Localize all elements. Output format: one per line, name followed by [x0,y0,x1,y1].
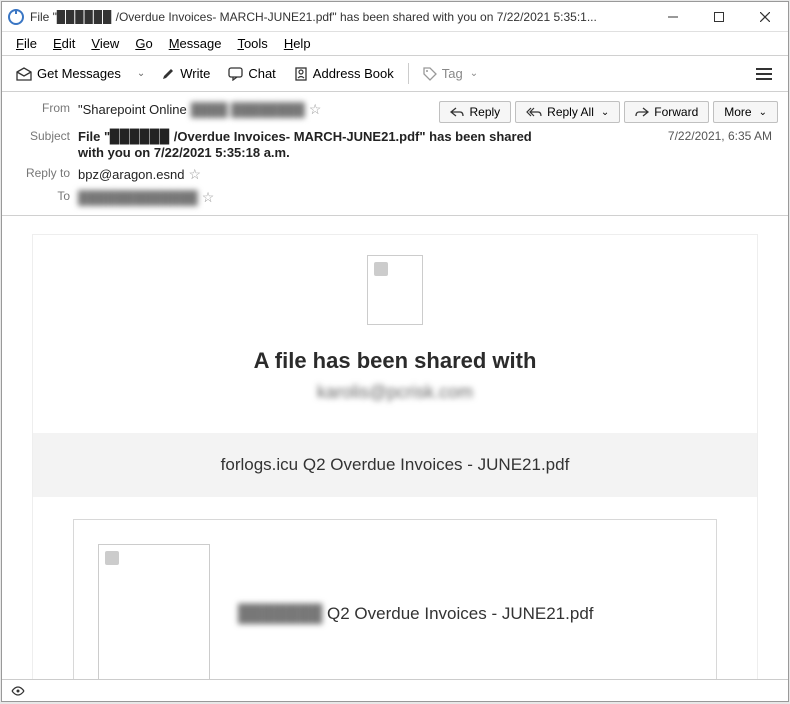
menu-view[interactable]: View [85,34,125,53]
menu-message[interactable]: Message [163,34,228,53]
more-button[interactable]: More ⌄ [713,101,778,123]
chevron-down-icon: ⌄ [759,107,767,118]
menu-go[interactable]: Go [129,34,158,53]
menu-help[interactable]: Help [278,34,317,53]
subject-row: Subject File "▉▉▉▉▉▉ /Overdue Invoices- … [2,126,788,163]
star-icon[interactable]: ☆ [202,189,215,206]
toolbar-separator [408,63,409,84]
app-icon [8,9,24,25]
toolbar: Get Messages ⌄ Write Chat Address Book T… [2,56,788,92]
forward-icon [635,107,649,117]
chevron-down-icon: ⌄ [601,107,609,118]
write-button[interactable]: Write [153,62,218,85]
get-messages-dropdown[interactable]: ⌄ [131,68,151,79]
reply-all-button[interactable]: Reply All ⌄ [515,101,620,123]
connection-icon[interactable] [10,685,26,697]
window-controls [650,2,788,31]
tag-button[interactable]: Tag ⌄ [415,62,486,85]
share-card: A file has been shared with karolis@pcri… [32,234,758,679]
maximize-button[interactable] [696,2,742,31]
tag-label: Tag [442,66,463,81]
message-body[interactable]: A file has been shared with karolis@pcri… [2,216,788,679]
address-book-label: Address Book [313,66,394,81]
to-value: █████████████ ☆ [78,189,778,206]
file-attachment-row[interactable]: ███████ Q2 Overdue Invoices - JUNE21.pdf [73,519,717,679]
received-date: 7/22/2021, 6:35 AM [668,129,778,143]
chevron-down-icon: ⌄ [470,68,478,79]
address-book-icon [294,67,308,81]
from-row: From "Sharepoint Online ████ ████████ ☆ … [2,98,788,126]
reply-button[interactable]: Reply [439,101,511,123]
menu-edit[interactable]: Edit [47,34,81,53]
attachment-filename: ███████ Q2 Overdue Invoices - JUNE21.pdf [238,601,594,627]
message-actions: Reply Reply All ⌄ Forward More ⌄ [439,101,778,123]
from-label: From [12,101,70,115]
chat-icon [228,67,243,81]
minimize-button[interactable] [650,2,696,31]
download-icon [16,67,32,81]
shared-recipient: karolis@pcrisk.com [33,382,757,403]
statusbar [2,679,788,701]
file-thumbnail-icon [98,544,210,679]
get-messages-button[interactable]: Get Messages [8,62,129,85]
reply-icon [450,107,464,117]
email-window: File "▉▉▉▉▉▉ /Overdue Invoices- MARCH-JU… [1,1,789,702]
menu-tools[interactable]: Tools [231,34,273,53]
pencil-icon [161,67,175,81]
to-label: To [12,189,70,203]
hamburger-menu[interactable] [746,64,782,84]
replyto-value: bpz@aragon.esnd ☆ [78,166,778,183]
tag-icon [423,67,437,81]
subject-label: Subject [12,129,70,143]
chat-button[interactable]: Chat [220,62,283,85]
write-label: Write [180,66,210,81]
reply-all-icon [526,107,542,117]
replyto-row: Reply to bpz@aragon.esnd ☆ [2,163,788,186]
card-filename-bar: forlogs.icu Q2 Overdue Invoices - JUNE21… [33,433,757,497]
address-book-button[interactable]: Address Book [286,62,402,85]
to-row: To █████████████ ☆ [2,186,788,209]
menu-file[interactable]: File [10,34,43,53]
replyto-label: Reply to [12,166,70,180]
star-icon[interactable]: ☆ [309,101,322,118]
card-header: A file has been shared with karolis@pcri… [33,235,757,433]
subject-value: File "▉▉▉▉▉▉ /Overdue Invoices- MARCH-JU… [78,129,660,160]
file-thumbnail-icon [367,255,423,325]
window-title: File "▉▉▉▉▉▉ /Overdue Invoices- MARCH-JU… [30,10,650,24]
shared-title: A file has been shared with [33,348,757,374]
menubar: File Edit View Go Message Tools Help [2,32,788,56]
from-value: "Sharepoint Online ████ ████████ ☆ [78,101,431,118]
get-messages-label: Get Messages [37,66,121,81]
titlebar: File "▉▉▉▉▉▉ /Overdue Invoices- MARCH-JU… [2,2,788,32]
message-headers: From "Sharepoint Online ████ ████████ ☆ … [2,92,788,216]
forward-button[interactable]: Forward [624,101,709,123]
close-button[interactable] [742,2,788,31]
star-icon[interactable]: ☆ [188,166,201,183]
chat-label: Chat [248,66,275,81]
